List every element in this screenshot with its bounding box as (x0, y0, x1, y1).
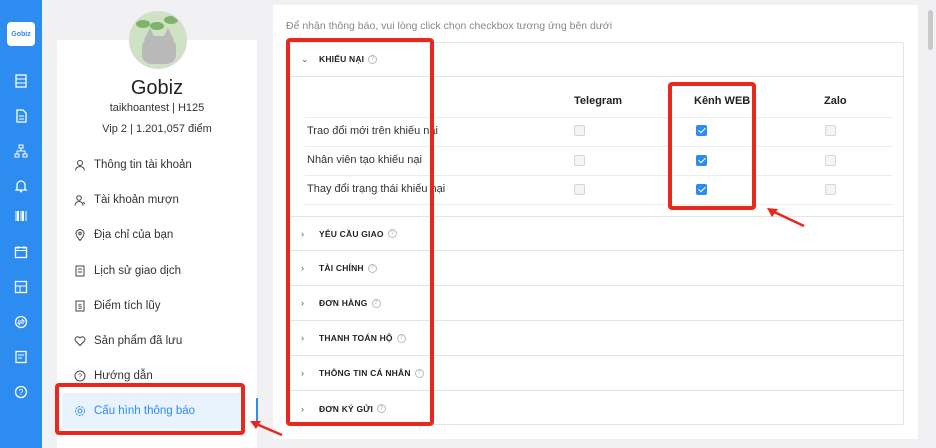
menu-item-points[interactable]: $ Điểm tích lũy (74, 296, 160, 316)
instruction-text: Để nhận thông báo, vui lòng click chọn c… (286, 20, 613, 32)
checkbox-zalo[interactable] (825, 155, 836, 166)
menu-item-borrowed-account[interactable]: Tài khoản mượn (74, 190, 179, 210)
bell-icon[interactable] (0, 177, 42, 195)
user-icon (75, 160, 85, 171)
checkbox-telegram[interactable] (574, 155, 585, 166)
help-icon[interactable]: ? (0, 383, 42, 401)
menu-item-saved-products[interactable]: Sản phẩm đã lưu (74, 331, 182, 351)
menu-item-label: Sản phẩm đã lưu (94, 335, 183, 347)
document-icon[interactable] (0, 72, 42, 90)
history-icon (75, 265, 85, 277)
report-icon[interactable] (0, 348, 42, 366)
barcode-icon[interactable] (0, 207, 42, 225)
menu-item-label: Tài khoản mượn (94, 194, 179, 206)
svg-text:?: ? (78, 374, 82, 381)
profile-vip: Vip 2 | 1.201,057 điểm (102, 123, 212, 135)
checkbox-zalo[interactable] (825, 184, 836, 195)
svg-text:$: $ (78, 304, 82, 311)
column-header-telegram: Telegram (574, 95, 623, 107)
layout-icon[interactable] (0, 278, 42, 296)
avatar[interactable] (129, 11, 187, 69)
exchange-icon[interactable] (0, 313, 42, 331)
checkbox-telegram[interactable] (574, 184, 585, 195)
annotation-box-web-column (668, 82, 756, 210)
checkbox-telegram[interactable] (574, 125, 585, 136)
menu-item-address[interactable]: Địa chỉ của bạn (74, 225, 173, 245)
svg-text:?: ? (19, 388, 24, 397)
location-icon (75, 229, 85, 241)
app-logo[interactable]: Gobiz (7, 22, 35, 46)
sitemap-icon[interactable] (0, 142, 42, 160)
menu-item-label: Thông tin tài khoản (94, 159, 192, 171)
menu-item-label: Hướng dẫn (94, 370, 153, 382)
question-icon: ? (74, 370, 86, 382)
annotation-box-sections (286, 38, 434, 426)
profile-name: Gobiz (130, 77, 184, 99)
menu-item-account-info[interactable]: Thông tin tài khoản (74, 155, 192, 175)
points-icon: $ (75, 300, 85, 312)
menu-item-label: Điểm tích lũy (94, 300, 161, 312)
menu-item-label: Địa chỉ của bạn (94, 229, 174, 241)
scrollbar[interactable] (928, 10, 933, 50)
heart-icon (74, 336, 86, 347)
file-icon[interactable] (0, 107, 42, 125)
menu-item-label: Lịch sử giao dịch (94, 265, 181, 277)
checkbox-zalo[interactable] (825, 125, 836, 136)
annotation-arrow-menu (250, 421, 283, 437)
column-header-zalo: Zalo (824, 95, 847, 107)
annotation-box-menu (55, 383, 245, 435)
user-group-icon (74, 195, 86, 206)
annotation-arrow-web (767, 208, 805, 228)
profile-account: taikhoantest | H125 (109, 102, 205, 114)
calendar-icon[interactable] (0, 243, 42, 261)
menu-item-transaction-history[interactable]: Lịch sử giao dịch (74, 261, 181, 281)
nav-rail: Gobiz ? (0, 0, 42, 448)
